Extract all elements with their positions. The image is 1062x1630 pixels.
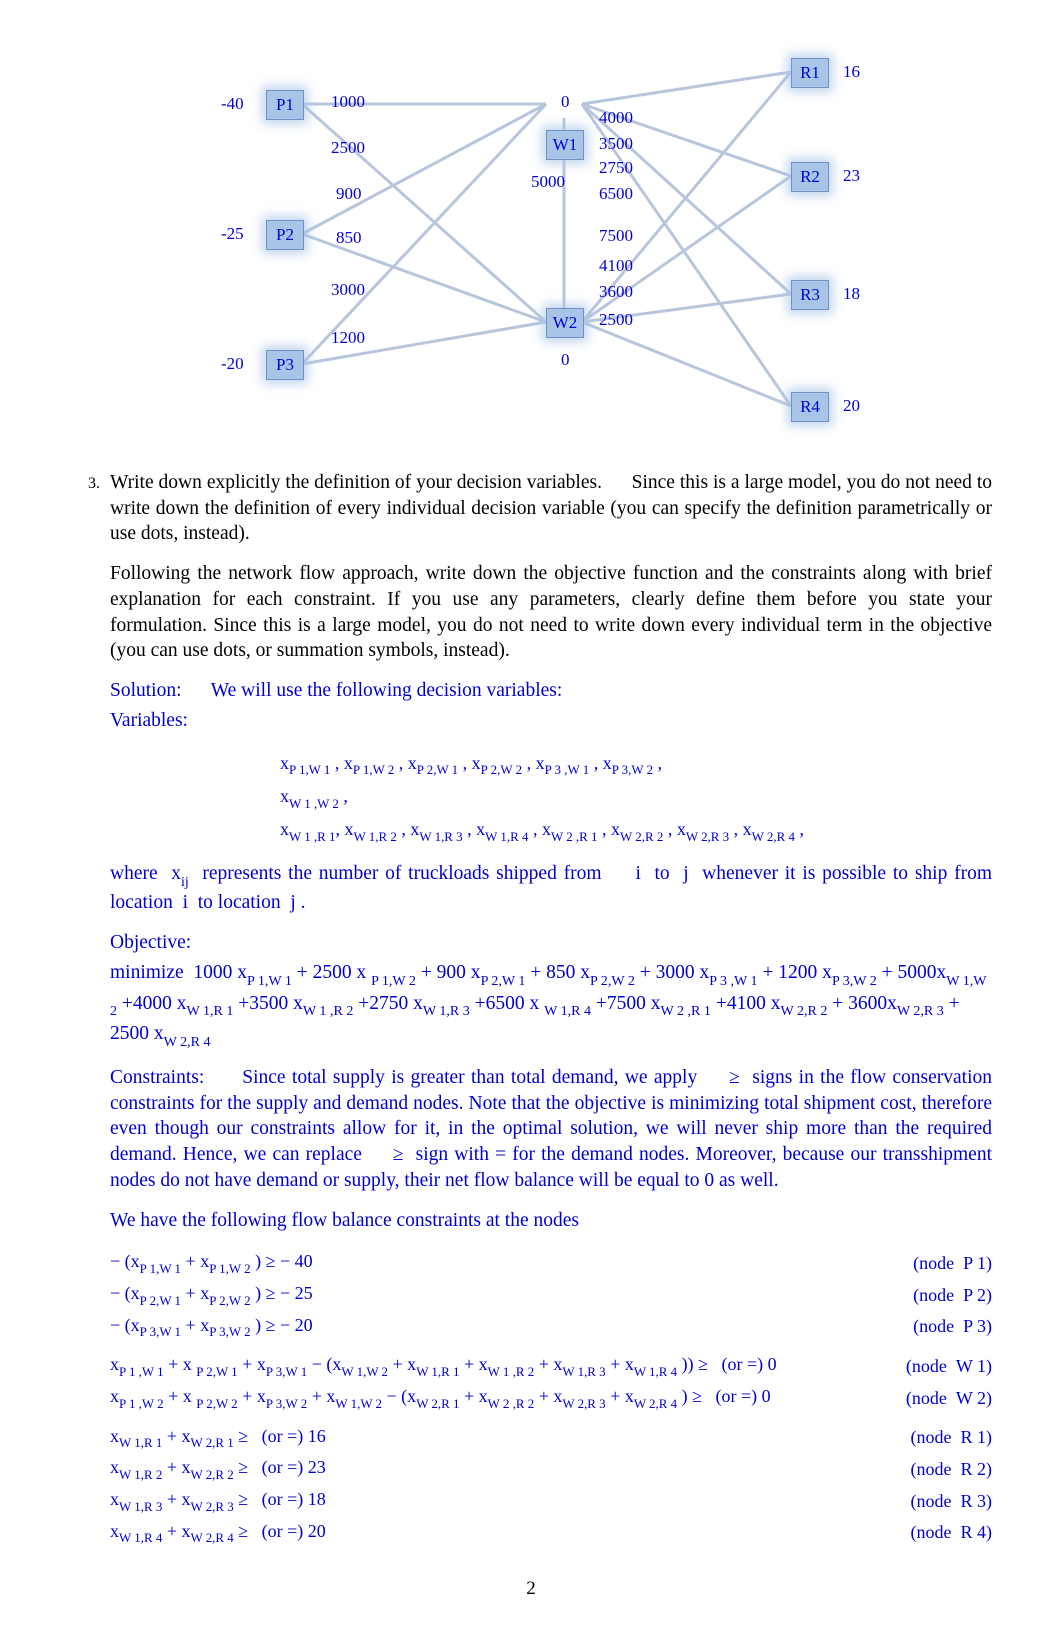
supply-p1: -40 xyxy=(221,94,244,114)
cost-ww: 5000 xyxy=(531,172,565,192)
objective-expr: minimize 1000 xP 1,W 1 + 2500 x P 1,W 2 … xyxy=(110,959,992,1051)
cost-wr-0: 4000 xyxy=(599,108,633,128)
node-r4: R4 xyxy=(791,392,829,422)
var-line-1: xP 1,W 1 , xP 1,W 2 , xP 2,W 1 , xP 2,W … xyxy=(280,748,992,781)
constraint-row: xW 1,R 1 + xW 2,R 1 ≥ (or =) 16(node R 1… xyxy=(110,1422,992,1454)
where-text: where xij represents the number of truck… xyxy=(110,861,992,915)
var-line-2: xW 1 ,W 2 , xyxy=(280,781,992,814)
constraints-table: − (xP 1,W 1 + xP 1,W 2 ) ≥ − 40(node P 1… xyxy=(110,1247,992,1548)
node-p2: P2 xyxy=(266,220,304,250)
supply-p2: -25 xyxy=(221,224,244,244)
constraint-row: xP 1 ,W 2 + x P 2,W 2 + xP 3,W 2 + xW 1,… xyxy=(110,1382,992,1414)
constraint-row: xP 1 ,W 1 + x P 2,W 1 + xP 3,W 1 − (xW 1… xyxy=(110,1350,992,1382)
node-w1: W1 xyxy=(546,130,584,160)
flow-intro: We have the following flow balance const… xyxy=(110,1208,992,1234)
constraint-row: xW 1,R 4 + xW 2,R 4 ≥ (or =) 20(node R 4… xyxy=(110,1517,992,1549)
demand-r4: 20 xyxy=(843,396,860,416)
demand-r3: 18 xyxy=(843,284,860,304)
network-diagram: P1 -40 P2 -25 P3 -20 W1 0 W2 0 R1 16 R2 … xyxy=(151,50,911,440)
node-r2: R2 xyxy=(791,162,829,192)
supply-p3: -20 xyxy=(221,354,244,374)
demand-r1: 16 xyxy=(843,62,860,82)
cost-pw-0: 1000 xyxy=(331,92,365,112)
cost-pw-2: 900 xyxy=(336,184,362,204)
cost-wr-4: 7500 xyxy=(599,226,633,246)
constraint-row: xW 1,R 2 + xW 2,R 2 ≥ (or =) 23(node R 2… xyxy=(110,1453,992,1485)
node-w2: W2 xyxy=(546,308,584,338)
q3-para-2: Following the network flow approach, wri… xyxy=(110,561,992,664)
cost-wr-1: 3500 xyxy=(599,134,633,154)
cost-wr-2: 2750 xyxy=(599,158,633,178)
cost-wr-3: 6500 xyxy=(599,184,633,204)
q3-para-1: Write down explicitly the definition of … xyxy=(110,470,992,547)
cost-pw-1: 2500 xyxy=(331,138,365,158)
constraint-row: − (xP 3,W 1 + xP 3,W 2 ) ≥ − 20(node P 3… xyxy=(110,1311,992,1343)
cost-pw-3: 850 xyxy=(336,228,362,248)
constraint-row: − (xP 1,W 1 + xP 1,W 2 ) ≥ − 40(node P 1… xyxy=(110,1247,992,1279)
variables-label: Variables: xyxy=(110,708,992,734)
solution-line: Solution: We will use the following deci… xyxy=(110,678,992,704)
constraint-row: − (xP 2,W 1 + xP 2,W 2 ) ≥ − 25(node P 2… xyxy=(110,1279,992,1311)
var-line-3: xW 1 ,R 1, xW 1,R 2 , xW 1,R 3 , xW 1,R … xyxy=(280,814,992,847)
cost-pw-4: 3000 xyxy=(331,280,365,300)
cap-w2: 0 xyxy=(561,350,570,370)
node-r3: R3 xyxy=(791,280,829,310)
page-number: 2 xyxy=(70,1578,992,1600)
demand-r2: 23 xyxy=(843,166,860,186)
constraints-para: Constraints: Since total supply is great… xyxy=(110,1065,992,1194)
cost-pw-5: 1200 xyxy=(331,328,365,348)
node-p1: P1 xyxy=(266,90,304,120)
cap-w1: 0 xyxy=(561,92,570,112)
cost-wr-6: 3600 xyxy=(599,282,633,302)
constraint-row: xW 1,R 3 + xW 2,R 3 ≥ (or =) 18(node R 3… xyxy=(110,1485,992,1517)
objective-label: Objective: xyxy=(110,930,992,956)
diagram-edges xyxy=(151,50,911,440)
cost-wr-5: 4100 xyxy=(599,256,633,276)
cost-wr-7: 2500 xyxy=(599,310,633,330)
node-r1: R1 xyxy=(791,58,829,88)
node-p3: P3 xyxy=(266,350,304,380)
question-3: Write down explicitly the definition of … xyxy=(104,470,992,1548)
variables-list: xP 1,W 1 , xP 1,W 2 , xP 2,W 1 , xP 2,W … xyxy=(280,748,992,848)
